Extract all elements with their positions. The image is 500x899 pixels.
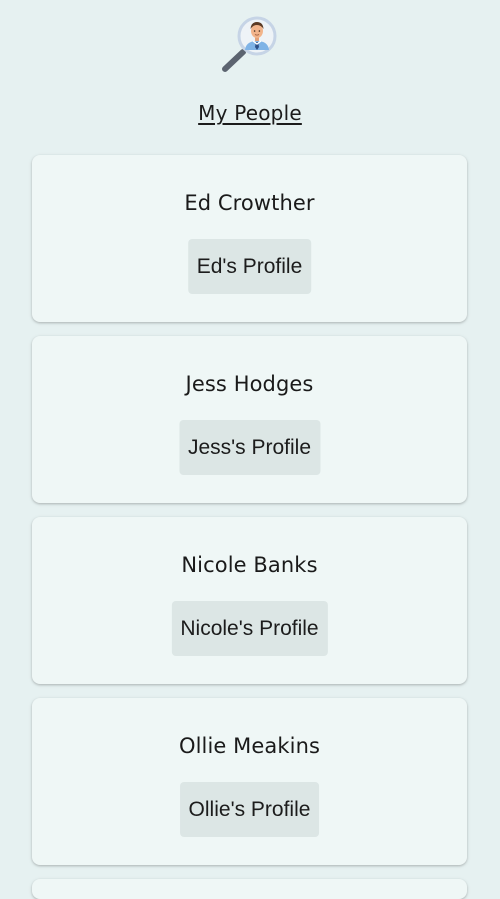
- person-name: Ed Crowther: [184, 191, 315, 215]
- person-card: Ollie Meakins Ollie's Profile: [32, 698, 467, 865]
- people-list: Ed Crowther Ed's Profile Jess Hodges Jes…: [32, 155, 467, 899]
- person-name: Nicole Banks: [181, 553, 318, 577]
- profile-button[interactable]: Nicole's Profile: [171, 601, 328, 656]
- profile-button[interactable]: Jess's Profile: [178, 420, 321, 475]
- person-name: Jess Hodges: [185, 372, 314, 396]
- person-card: Ed Crowther Ed's Profile: [32, 155, 467, 322]
- profile-button[interactable]: Ed's Profile: [187, 239, 312, 294]
- person-name: Ollie Meakins: [178, 734, 321, 758]
- person-card: Nicole Banks Nicole's Profile: [32, 517, 467, 684]
- person-card-partial: [32, 879, 467, 899]
- profile-button[interactable]: Ollie's Profile: [179, 782, 320, 837]
- page-title-link[interactable]: My People: [0, 101, 500, 125]
- person-search-icon: [222, 16, 277, 72]
- app-header: My People: [0, 0, 500, 140]
- person-card: Jess Hodges Jess's Profile: [32, 336, 467, 503]
